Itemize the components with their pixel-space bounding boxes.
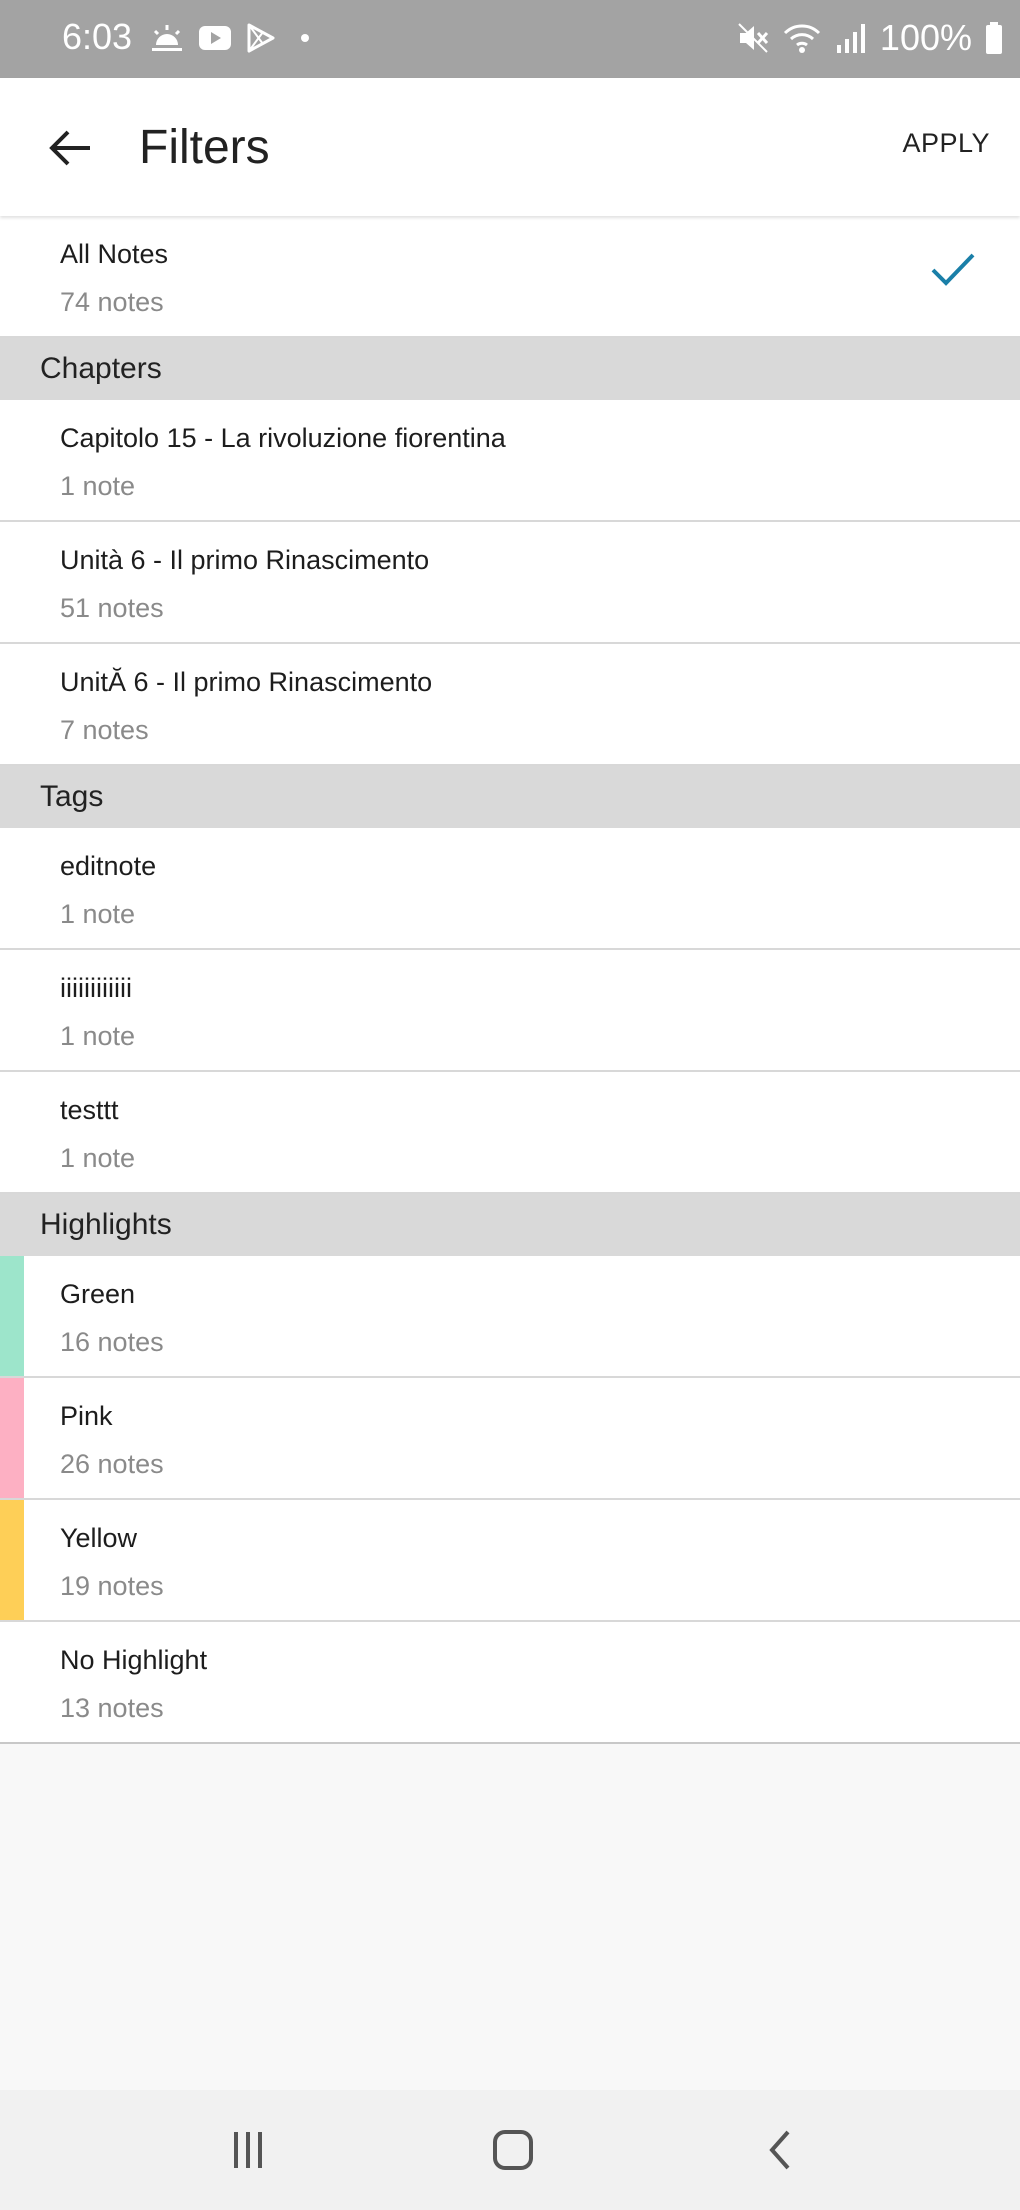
filter-count: 16 notes [60,1327,164,1357]
section-header-chapters: Chapters [0,338,1020,400]
status-notification-icons [150,20,320,56]
home-icon [493,2130,533,2170]
battery-icon [986,22,1002,54]
filter-title: No Highlight [60,1645,208,1675]
weather-icon [152,25,182,51]
filter-title: iiiiiiiiiiii [60,973,132,1003]
filter-count: 1 note [60,1143,136,1173]
home-button[interactable] [483,2120,543,2180]
filter-count: 7 notes [60,715,149,745]
app-bar: Filters APPLY [0,78,1020,216]
page-title: Filters [139,121,270,174]
filter-chapter-item[interactable]: UnitĂ 6 - Il primo Rinascimento 7 notes [0,644,1020,766]
filter-title: Unità 6 - Il primo Rinascimento [60,545,430,575]
youtube-icon [199,26,231,50]
filter-highlight-pink[interactable]: Pink 26 notes [0,1378,1020,1500]
back-button[interactable] [40,118,100,178]
system-nav-bar [0,2090,1020,2210]
status-system-icons: 100% [736,16,1004,60]
play-store-icon [247,23,275,53]
filter-title: Green [60,1279,136,1309]
back-icon [769,2130,790,2170]
highlight-color-swatch [0,1500,24,1620]
highlight-color-swatch [0,1378,24,1498]
filter-list: All Notes 74 notes Chapters Capitolo 15 … [0,216,1020,1744]
status-bar: 6:03 100% [0,0,1020,78]
apply-button[interactable]: APPLY [902,128,990,159]
filter-highlight-none[interactable]: No Highlight 13 notes [0,1622,1020,1744]
filter-title: Pink [60,1401,113,1431]
filter-count: 51 notes [60,593,164,623]
recent-apps-icon [234,2132,262,2168]
section-header-highlights: Highlights [0,1194,1020,1256]
filter-count: 1 note [60,1021,136,1051]
recent-apps-button[interactable] [218,2120,278,2180]
filter-tag-item[interactable]: testtt 1 note [0,1072,1020,1194]
filter-tag-item[interactable]: iiiiiiiiiiii 1 note [0,950,1020,1072]
filter-highlight-green[interactable]: Green 16 notes [0,1256,1020,1378]
filter-title: All Notes [60,239,169,269]
signal-icon [836,24,865,53]
status-time: 6:03 [62,16,133,57]
system-back-button[interactable] [750,2120,810,2180]
filter-count: 19 notes [60,1571,164,1601]
filter-title: UnitĂ 6 - Il primo Rinascimento [60,667,433,697]
dot-icon [301,34,309,42]
filter-title: Yellow [60,1523,138,1553]
battery-percent: 100% [879,17,972,58]
filter-all-notes[interactable]: All Notes 74 notes [0,216,1020,338]
highlight-color-swatch [0,1256,24,1376]
filter-count: 74 notes [60,287,164,317]
filter-count: 26 notes [60,1449,164,1479]
filter-title: Capitolo 15 - La rivoluzione fiorentina [60,423,506,453]
filter-count: 13 notes [60,1693,164,1723]
filter-count: 1 note [60,899,136,929]
arrow-left-icon [49,130,90,166]
filter-chapter-item[interactable]: Capitolo 15 - La rivoluzione fiorentina … [0,400,1020,522]
filter-title: testtt [60,1095,119,1125]
wifi-icon [783,24,820,53]
filter-count: 1 note [60,471,136,501]
filter-highlight-yellow[interactable]: Yellow 19 notes [0,1500,1020,1622]
filter-title: editnote [60,851,157,881]
filter-chapter-item[interactable]: Unità 6 - Il primo Rinascimento 51 notes [0,522,1020,644]
mute-icon [738,23,769,53]
section-header-tags: Tags [0,766,1020,828]
filter-tag-item[interactable]: editnote 1 note [0,828,1020,950]
checkmark-icon [931,253,975,286]
